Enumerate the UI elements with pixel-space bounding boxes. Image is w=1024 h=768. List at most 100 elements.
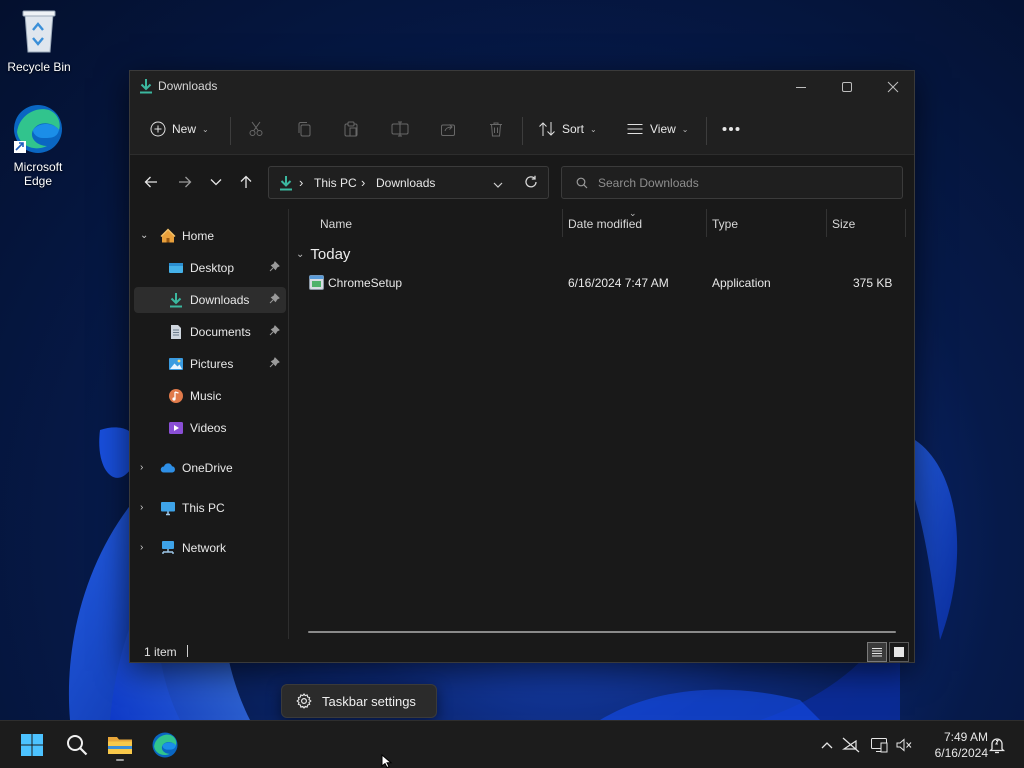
file-type: Application <box>712 276 771 290</box>
sidebar-item-music[interactable]: Music <box>134 383 286 409</box>
network-status-button[interactable] <box>841 735 861 755</box>
back-button[interactable] <box>139 169 163 195</box>
taskbar-edge[interactable] <box>147 727 183 763</box>
pin-icon[interactable] <box>269 325 280 339</box>
column-header-size[interactable]: Size <box>832 217 855 231</box>
copy-button[interactable] <box>296 117 312 141</box>
sidebar-item-network[interactable]: › Network <box>134 535 286 561</box>
volume-button[interactable] <box>894 735 914 755</box>
group-header-today[interactable]: ⌄ Today <box>296 246 350 263</box>
chevron-down-icon <box>493 182 503 188</box>
column-divider[interactable] <box>826 209 827 237</box>
start-button[interactable] <box>14 727 50 763</box>
chevron-down-icon[interactable]: ⌄ <box>140 231 150 241</box>
sidebar-label: Downloads <box>190 293 250 307</box>
desktop-folder-icon <box>168 260 184 279</box>
view-icon <box>627 124 643 134</box>
desktop-icon-edge[interactable]: Microsoft Edge <box>0 104 76 188</box>
sidebar-item-desktop[interactable]: Desktop <box>134 255 286 281</box>
paste-button[interactable] <box>343 117 359 141</box>
home-icon <box>160 228 176 247</box>
taskbar-settings-menu-item[interactable]: Taskbar settings <box>281 684 437 718</box>
more-options-icon <box>722 127 740 131</box>
display-button[interactable] <box>869 735 889 755</box>
rename-button[interactable] <box>391 117 409 141</box>
paste-icon <box>344 121 358 137</box>
sidebar-item-this-pc[interactable]: › This PC <box>134 495 286 521</box>
maximize-button[interactable] <box>824 71 870 103</box>
chevron-right-icon[interactable]: › <box>140 463 150 473</box>
column-divider[interactable] <box>905 209 906 237</box>
divider <box>230 117 231 145</box>
details-view-icon <box>872 648 882 657</box>
recent-locations-button[interactable] <box>204 169 228 195</box>
network-icon <box>160 540 176 559</box>
navigation-pane: ⌄ Home Desktop Downloads Documents Pictu… <box>130 209 289 639</box>
search-box[interactable] <box>561 166 903 199</box>
pin-icon[interactable] <box>269 357 280 371</box>
chevron-down-icon <box>210 179 222 186</box>
column-divider[interactable] <box>706 209 707 237</box>
chevron-right-icon[interactable]: › <box>140 543 150 553</box>
sidebar-item-pictures[interactable]: Pictures <box>134 351 286 377</box>
sidebar-item-documents[interactable]: Documents <box>134 319 286 345</box>
notifications-button[interactable] <box>987 735 1007 755</box>
up-button[interactable] <box>234 169 258 195</box>
desktop-icon-label: Microsoft Edge <box>13 160 63 188</box>
sort-button[interactable]: Sort ⌄ <box>538 117 597 141</box>
file-list: Name ⌄ Date modified Type Size ⌄ Today C… <box>290 208 914 639</box>
new-button[interactable]: New ⌄ <box>150 117 209 141</box>
sidebar-label: Network <box>182 541 227 555</box>
details-view-button[interactable] <box>867 642 887 662</box>
sidebar-item-downloads[interactable]: Downloads <box>134 287 286 313</box>
tiles-view-button[interactable] <box>889 642 909 662</box>
cut-button[interactable] <box>248 117 264 141</box>
share-icon <box>441 124 455 136</box>
column-header-type[interactable]: Type <box>712 217 738 231</box>
delete-button[interactable] <box>488 117 504 141</box>
pin-icon[interactable] <box>269 293 280 307</box>
sort-label: Sort <box>562 122 585 136</box>
search-input[interactable] <box>598 174 888 192</box>
column-header-date-modified[interactable]: Date modified <box>568 217 642 231</box>
horizontal-scrollbar[interactable] <box>308 631 896 633</box>
taskbar-file-explorer[interactable] <box>102 727 138 763</box>
address-bar[interactable]: › This PC › Downloads <box>268 166 549 199</box>
minimize-button[interactable] <box>778 71 824 103</box>
title-bar[interactable]: Downloads <box>130 71 914 103</box>
chevron-right-icon[interactable]: › <box>140 503 150 513</box>
breadcrumb-separator-icon: › <box>299 175 304 190</box>
share-button[interactable] <box>440 117 456 141</box>
taskbar-settings-label: Taskbar settings <box>322 693 416 709</box>
sidebar-item-home[interactable]: ⌄ Home <box>134 223 286 249</box>
sidebar-item-videos[interactable]: Videos <box>134 415 286 441</box>
address-history-button[interactable] <box>493 178 503 192</box>
divider <box>187 645 188 657</box>
edge-icon <box>0 104 76 157</box>
close-button[interactable] <box>870 71 916 103</box>
desktop-icon-recycle-bin[interactable]: Recycle Bin <box>1 8 77 74</box>
sidebar-label: Music <box>190 389 222 403</box>
chevron-up-icon <box>821 742 833 749</box>
sidebar-item-onedrive[interactable]: › OneDrive <box>134 455 286 481</box>
file-size: 375 KB <box>853 276 893 290</box>
breadcrumb-downloads[interactable]: Downloads <box>376 176 435 190</box>
clock-time: 7:49 AM <box>943 730 988 744</box>
column-divider[interactable] <box>562 209 563 237</box>
videos-folder-icon <box>168 420 184 439</box>
clock[interactable]: 7:49 AM 6/16/2024 <box>920 729 988 761</box>
column-header-name[interactable]: Name <box>320 217 352 231</box>
refresh-button[interactable] <box>524 175 538 192</box>
show-hidden-icons-button[interactable] <box>817 735 837 755</box>
see-more-button[interactable] <box>722 117 740 141</box>
cut-icon <box>249 121 263 136</box>
view-button[interactable]: View ⌄ <box>626 117 689 141</box>
breadcrumb-this-pc[interactable]: This PC <box>314 176 357 190</box>
forward-button[interactable] <box>173 169 197 195</box>
file-row[interactable]: ChromeSetup 6/16/2024 7:47 AM Applicatio… <box>300 271 910 295</box>
sidebar-label: This PC <box>182 501 225 515</box>
rename-icon <box>391 121 409 137</box>
pin-icon[interactable] <box>269 261 280 275</box>
taskbar-search-button[interactable] <box>59 727 95 763</box>
sidebar-label: Videos <box>190 421 227 435</box>
